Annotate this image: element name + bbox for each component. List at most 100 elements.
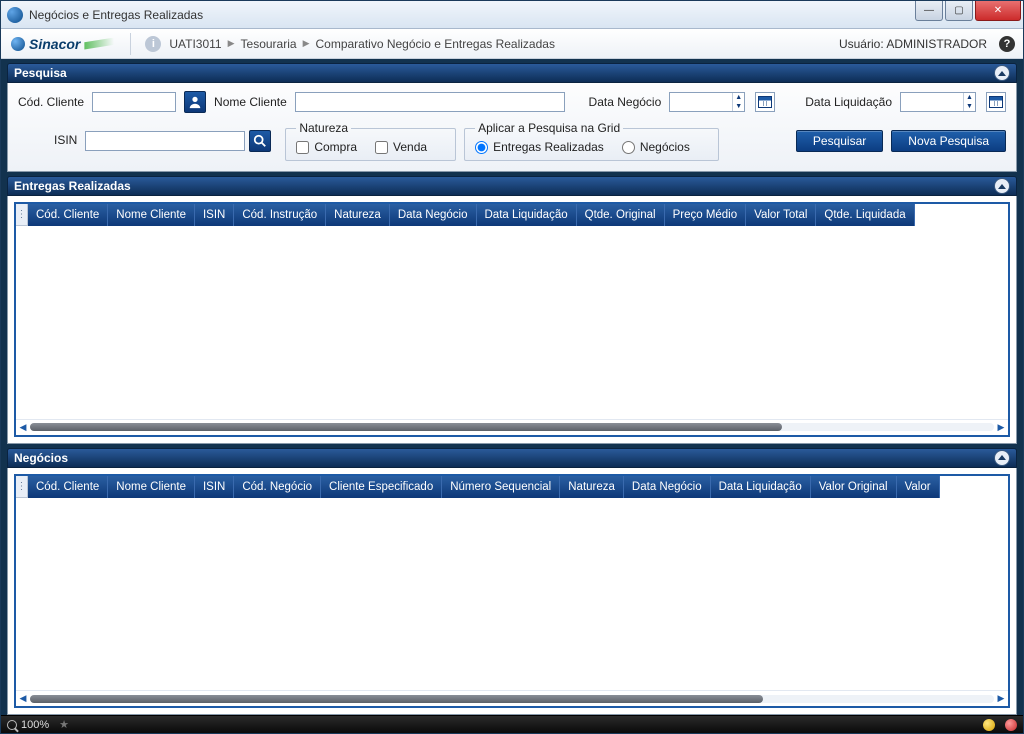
window: Negócios e Entregas Realizadas — ▢ ✕ Sin… [0,0,1024,734]
column-header[interactable]: Preço Médio [665,204,747,226]
calendar-icon [989,96,1003,108]
scroll-left-icon[interactable]: ◀ [18,422,28,432]
horizontal-scrollbar[interactable]: ◀ ▶ [16,690,1008,706]
calendar-button[interactable] [755,92,775,112]
column-header[interactable]: ISIN [195,476,234,498]
status-bar: 100% ★ [1,715,1023,733]
breadcrumb-item[interactable]: Tesouraria [241,37,297,51]
person-icon [188,95,202,109]
natureza-legend: Natureza [296,121,351,135]
column-header[interactable]: Qtde. Liquidada [816,204,914,226]
entregas-grid[interactable]: Cód. ClienteNome ClienteISINCód. Instruç… [14,202,1010,437]
data-liquidacao-label: Data Liquidação [805,95,892,109]
column-header[interactable]: Número Sequencial [442,476,560,498]
data-negocio-field[interactable]: ▲▼ [669,92,745,112]
scroll-track[interactable] [30,695,994,703]
isin-search-button[interactable] [249,130,271,152]
column-header[interactable]: Valor [897,476,940,498]
column-header[interactable]: ISIN [195,204,234,226]
compra-checkbox-input[interactable] [296,141,309,154]
maximize-button[interactable]: ▢ [945,1,973,21]
radio-entregas-input[interactable] [475,141,488,154]
panel-header-negocios: Negócios [7,448,1017,468]
column-header[interactable]: Cód. Cliente [28,204,108,226]
close-button[interactable]: ✕ [975,1,1021,21]
column-header[interactable]: Data Negócio [390,204,477,226]
radio-negocios[interactable]: Negócios [622,140,690,154]
panel-header-entregas: Entregas Realizadas [7,176,1017,196]
breadcrumb-item[interactable]: UATI3011 [169,37,221,51]
brand-logo: Sinacor [1,36,124,52]
data-negocio-input[interactable] [670,93,732,111]
column-header[interactable]: Cód. Cliente [28,476,108,498]
collapse-icon[interactable] [994,65,1010,81]
info-icon[interactable]: i [145,36,161,52]
column-header[interactable]: Valor Total [746,204,816,226]
radio-entregas[interactable]: Entregas Realizadas [475,140,604,154]
scroll-left-icon[interactable]: ◀ [18,694,28,704]
radio-negocios-input[interactable] [622,141,635,154]
nova-pesquisa-button[interactable]: Nova Pesquisa [891,130,1006,152]
venda-checkbox[interactable]: Venda [375,140,427,154]
chevron-right-icon: ▶ [228,38,235,49]
lookup-cliente-button[interactable] [184,91,206,113]
column-header[interactable]: Natureza [326,204,390,226]
scroll-right-icon[interactable]: ▶ [996,422,1006,432]
help-icon[interactable]: ? [999,36,1015,52]
status-dot-red[interactable] [1005,719,1017,731]
column-header[interactable]: Cliente Especificado [321,476,442,498]
venda-checkbox-input[interactable] [375,141,388,154]
zoom-control[interactable]: 100% [7,719,49,731]
scroll-thumb[interactable] [30,423,782,431]
panel-title: Entregas Realizadas [14,179,994,193]
collapse-icon[interactable] [994,178,1010,194]
negocios-grid-header: Cód. ClienteNome ClienteISINCód. Negócio… [16,476,1008,498]
column-header[interactable]: Cód. Instrução [234,204,326,226]
negocios-grid[interactable]: Cód. ClienteNome ClienteISINCód. Negócio… [14,474,1010,709]
user-label: Usuário: ADMINISTRADOR [839,37,987,51]
isin-input[interactable] [85,131,245,151]
pesquisar-button[interactable]: Pesquisar [796,130,883,152]
column-header[interactable]: Valor Original [811,476,897,498]
aplicar-legend: Aplicar a Pesquisa na Grid [475,121,623,135]
scroll-track[interactable] [30,423,994,431]
column-header[interactable]: Qtde. Original [577,204,665,226]
nome-cliente-label: Nome Cliente [214,95,287,109]
titlebar: Negócios e Entregas Realizadas — ▢ ✕ [1,1,1023,29]
grid-handle-icon[interactable] [16,476,28,498]
breadcrumb-item[interactable]: Comparativo Negócio e Entregas Realizada… [315,37,554,51]
negocios-grid-body[interactable] [16,498,1008,691]
column-header[interactable]: Nome Cliente [108,204,195,226]
date-spinner[interactable]: ▲▼ [963,93,975,111]
grid-handle-icon[interactable] [16,204,28,226]
cod-cliente-input[interactable] [92,92,176,112]
horizontal-scrollbar[interactable]: ◀ ▶ [16,419,1008,435]
scroll-right-icon[interactable]: ▶ [996,694,1006,704]
brand-text: Sinacor [29,36,80,52]
column-header[interactable]: Cód. Negócio [234,476,321,498]
minimize-button[interactable]: — [915,1,943,21]
column-header[interactable]: Data Liquidação [711,476,811,498]
search-icon [253,134,267,148]
favorite-icon[interactable]: ★ [59,718,69,731]
column-header[interactable]: Data Liquidação [477,204,577,226]
column-header[interactable]: Nome Cliente [108,476,195,498]
status-dot-yellow[interactable] [983,719,995,731]
breadcrumb: UATI3011 ▶ Tesouraria ▶ Comparativo Negó… [169,37,555,51]
data-liquidacao-input[interactable] [901,93,963,111]
column-header[interactable]: Natureza [560,476,624,498]
cod-cliente-label: Cód. Cliente [18,95,84,109]
nome-cliente-input [295,92,565,112]
scroll-thumb[interactable] [30,695,763,703]
entregas-grid-body[interactable] [16,226,1008,419]
collapse-icon[interactable] [994,450,1010,466]
panel-title: Pesquisa [14,66,994,80]
column-header[interactable]: Data Negócio [624,476,711,498]
calendar-button[interactable] [986,92,1006,112]
date-spinner[interactable]: ▲▼ [732,93,744,111]
isin-label: ISIN [54,133,77,147]
compra-checkbox[interactable]: Compra [296,140,357,154]
panel-title: Negócios [14,451,994,465]
data-liquidacao-field[interactable]: ▲▼ [900,92,976,112]
calendar-icon [758,96,772,108]
